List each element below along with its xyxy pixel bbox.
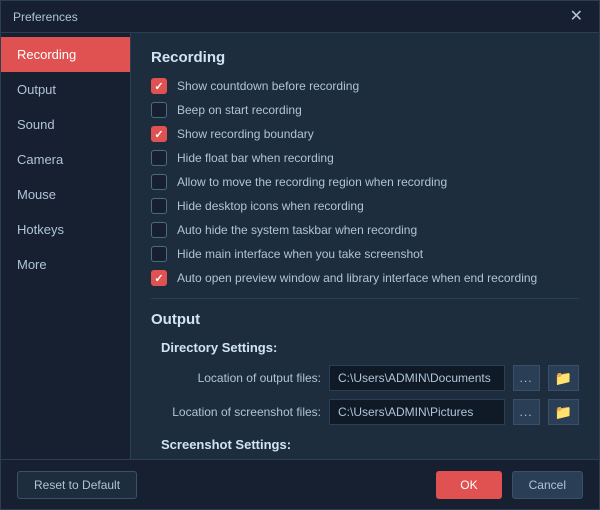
directory-settings-title: Directory Settings: [161,340,579,355]
ok-button[interactable]: OK [436,471,501,499]
output-files-folder-button[interactable]: 📁 [548,365,579,391]
screenshot-settings-title: Screenshot Settings: [161,437,579,452]
sidebar-item-sound[interactable]: Sound [1,107,130,142]
checkbox-row-move: Allow to move the recording region when … [151,174,579,190]
output-section: Output Directory Settings: Location of o… [151,311,579,459]
sidebar: Recording Output Sound Camera Mouse Hotk… [1,33,131,459]
footer: Reset to Default OK Cancel [1,459,599,509]
output-files-input[interactable] [329,365,505,391]
preferences-dialog: Preferences ✕ Recording Output Sound Cam… [0,0,600,510]
checkbox-boundary[interactable] [151,126,167,142]
checkbox-row-taskbar: Auto hide the system taskbar when record… [151,222,579,238]
checkbox-desktop-icons[interactable] [151,198,167,214]
checkbox-main-interface-label: Hide main interface when you take screen… [177,247,423,261]
close-button[interactable]: ✕ [566,9,587,25]
checkbox-row-floatbar: Hide float bar when recording [151,150,579,166]
checkbox-row-beep: Beep on start recording [151,102,579,118]
sidebar-item-mouse[interactable]: Mouse [1,177,130,212]
output-files-dots-button[interactable]: ... [513,365,540,391]
checkbox-row-preview: Auto open preview window and library int… [151,270,579,286]
checkbox-preview[interactable] [151,270,167,286]
sidebar-item-more[interactable]: More [1,247,130,282]
main-panel: Recording Show countdown before recordin… [131,33,599,459]
screenshot-files-folder-button[interactable]: 📁 [548,399,579,425]
dialog-content: Recording Output Sound Camera Mouse Hotk… [1,33,599,459]
checkbox-beep-label: Beep on start recording [177,103,302,117]
checkbox-floatbar-label: Hide float bar when recording [177,151,334,165]
checkbox-floatbar[interactable] [151,150,167,166]
output-files-row: Location of output files: ... 📁 [151,365,579,391]
checkbox-main-interface[interactable] [151,246,167,262]
checkbox-move[interactable] [151,174,167,190]
cancel-button[interactable]: Cancel [512,471,583,499]
titlebar: Preferences ✕ [1,1,599,33]
checkbox-taskbar-label: Auto hide the system taskbar when record… [177,223,417,237]
footer-actions: OK Cancel [436,471,583,499]
sidebar-item-recording[interactable]: Recording [1,37,130,72]
screenshot-files-dots-button[interactable]: ... [513,399,540,425]
reset-button[interactable]: Reset to Default [17,471,137,499]
checkbox-countdown[interactable] [151,78,167,94]
screenshot-files-row: Location of screenshot files: ... 📁 [151,399,579,425]
recording-section-title: Recording [151,49,579,66]
checkbox-move-label: Allow to move the recording region when … [177,175,447,189]
output-section-title: Output [151,311,579,328]
checkbox-desktop-icons-label: Hide desktop icons when recording [177,199,364,213]
sidebar-item-camera[interactable]: Camera [1,142,130,177]
checkbox-preview-label: Auto open preview window and library int… [177,271,537,285]
screenshot-files-label: Location of screenshot files: [151,405,321,419]
output-files-label: Location of output files: [151,371,321,385]
checkbox-boundary-label: Show recording boundary [177,127,314,141]
checkbox-row-countdown: Show countdown before recording [151,78,579,94]
sidebar-item-hotkeys[interactable]: Hotkeys [1,212,130,247]
dialog-title: Preferences [13,10,78,24]
checkbox-row-boundary: Show recording boundary [151,126,579,142]
checkbox-row-main-interface: Hide main interface when you take screen… [151,246,579,262]
section-divider [151,298,579,299]
sidebar-item-output[interactable]: Output [1,72,130,107]
screenshot-files-input[interactable] [329,399,505,425]
checkbox-beep[interactable] [151,102,167,118]
checkbox-row-desktop-icons: Hide desktop icons when recording [151,198,579,214]
checkbox-countdown-label: Show countdown before recording [177,79,359,93]
checkbox-taskbar[interactable] [151,222,167,238]
